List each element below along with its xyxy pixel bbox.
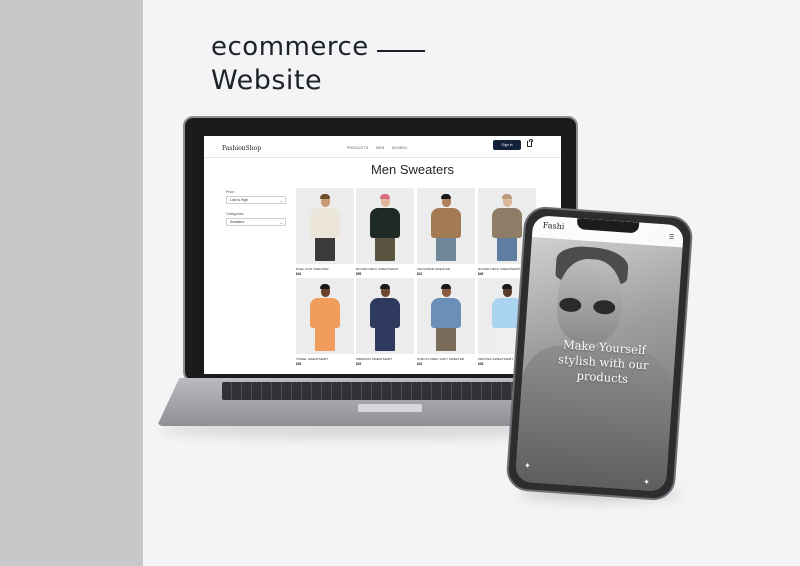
- product-card[interactable]: DUEL KNIT SWEATER $42: [296, 188, 354, 276]
- product-price: $32: [356, 362, 362, 366]
- model-torso: [492, 208, 522, 238]
- model-torso: [431, 208, 461, 238]
- price-filter-value: Low to High: [230, 198, 248, 202]
- headline: ecommerce Website: [211, 30, 425, 98]
- model-legs: [436, 327, 456, 351]
- model-torso: [370, 208, 400, 238]
- model-legs: [375, 237, 395, 261]
- product-name[interactable]: STRUCTURED SOFT SWEATER: [417, 357, 475, 361]
- product-name[interactable]: TOWEL SWEATSHIRT: [296, 357, 354, 361]
- headline-line-1: ecommerce: [211, 30, 425, 64]
- product-photo[interactable]: [417, 278, 475, 354]
- product-price: $39: [296, 362, 302, 366]
- model-hair: [320, 284, 330, 289]
- product-name[interactable]: ROUND NECK SWEATSHIRT: [356, 267, 414, 271]
- model-hair: [441, 284, 451, 289]
- sparkle-icon: ✦: [642, 477, 651, 487]
- sparkle-icon: ✦: [523, 461, 532, 471]
- product-name[interactable]: TEXTURED SWEATER: [417, 267, 475, 271]
- laptop-screen: FashionShop PRODUCTS MEN WOMEN Sign in M…: [204, 136, 561, 374]
- nav-women[interactable]: WOMEN: [392, 146, 407, 150]
- product-price: $22: [417, 272, 423, 276]
- headline-line-2: Website: [211, 65, 323, 96]
- product-card[interactable]: STRUCTURED SOFT SWEATER $42: [417, 278, 475, 366]
- price-filter-select[interactable]: Low to High ⌄: [226, 196, 286, 204]
- model-hair: [502, 284, 512, 289]
- category-filter-label: Categories: [226, 212, 244, 216]
- nav-men[interactable]: MEN: [376, 146, 384, 150]
- price-filter-label: Price: [226, 190, 235, 194]
- product-photo[interactable]: [296, 188, 354, 264]
- product-price: $42: [296, 272, 302, 276]
- product-photo[interactable]: [356, 188, 414, 264]
- chevron-down-icon: ⌄: [279, 198, 283, 203]
- model-legs: [375, 327, 395, 351]
- phone-mockup: Fashi ☰ Make Yourself stylish with our p…: [505, 205, 694, 502]
- phone-site-logo[interactable]: Fashi: [542, 221, 564, 231]
- hero-tagline: Make Yourself stylish with our products: [557, 337, 649, 387]
- model-hair: [441, 194, 451, 199]
- nav-products[interactable]: PRODUCTS: [347, 146, 368, 150]
- product-card[interactable]: TOWEL SWEATSHIRT $39: [296, 278, 354, 366]
- model-torso: [310, 208, 340, 238]
- left-gray-panel: [0, 0, 143, 566]
- model-torso: [431, 298, 461, 328]
- product-price: $55: [356, 272, 362, 276]
- product-card[interactable]: ROUND NECK SWEATSHIRT $55: [356, 188, 414, 276]
- site-navbar: FashionShop PRODUCTS MEN WOMEN Sign in: [204, 136, 561, 158]
- product-name[interactable]: DUEL KNIT SWEATER: [296, 267, 354, 271]
- model-hair: [502, 194, 512, 199]
- model-legs: [497, 237, 517, 261]
- model-legs: [315, 327, 335, 351]
- model-legs: [315, 237, 335, 261]
- phone-menu-icon[interactable]: ☰: [669, 234, 675, 241]
- model-torso: [370, 298, 400, 328]
- product-name[interactable]: PREMIUM SWEATSHIRT: [356, 357, 414, 361]
- product-photo[interactable]: [356, 278, 414, 354]
- model-torso: [310, 298, 340, 328]
- category-filter-select[interactable]: Sweaters ⌄: [226, 218, 286, 226]
- model-hair: [320, 194, 330, 199]
- chevron-down-icon: ⌄: [279, 220, 283, 225]
- sign-in-button[interactable]: Sign in: [493, 140, 521, 150]
- product-card[interactable]: TEXTURED SWEATER $22: [417, 188, 475, 276]
- product-price: $42: [417, 362, 423, 366]
- model-hair: [380, 194, 390, 199]
- product-card[interactable]: PREMIUM SWEATSHIRT $32: [356, 278, 414, 366]
- model-legs: [436, 237, 456, 261]
- laptop-keyboard: [222, 382, 537, 400]
- model-hair: [380, 284, 390, 289]
- model-legs: [497, 327, 517, 351]
- product-photo[interactable]: [296, 278, 354, 354]
- product-photo[interactable]: [417, 188, 475, 264]
- headline-underline: [376, 50, 425, 52]
- page-title: Men Sweaters: [370, 162, 455, 177]
- category-filter-value: Sweaters: [230, 220, 245, 224]
- shopping-bag-icon[interactable]: [527, 138, 534, 147]
- site-logo[interactable]: FashionShop: [222, 145, 261, 152]
- laptop-trackpad: [358, 404, 422, 412]
- phone-screen: Fashi ☰ Make Yourself stylish with our p…: [514, 215, 685, 492]
